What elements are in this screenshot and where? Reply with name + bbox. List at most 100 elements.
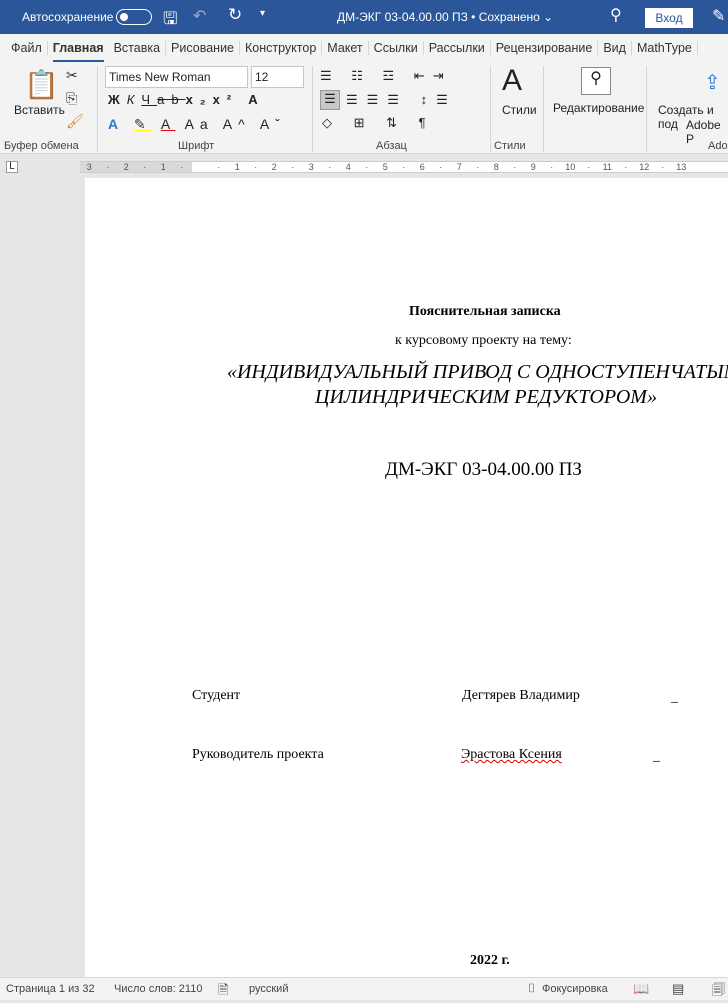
divider [312, 66, 313, 152]
doc-code: ДМ-ЭКГ 03-04.00.00 ПЗ [385, 459, 582, 480]
status-bar: Страница 1 из 32 Число слов: 2110 🗎 русс… [0, 977, 728, 1000]
doc-topic-line1: «ИНДИВИДУАЛЬНЫЙ ПРИВОД С ОДНОСТУПЕНЧАТЫМ [227, 361, 728, 383]
doc-heading: Пояснительная записка [409, 304, 561, 319]
ruler-tick: · [587, 162, 591, 172]
ruler-tick: · [439, 162, 443, 172]
autosave-label: Автосохранение [22, 10, 114, 24]
ruler-tick: 12 [639, 162, 650, 172]
tab-design[interactable]: Конструктор [240, 41, 323, 55]
editing-button[interactable]: Редактирование [553, 101, 644, 115]
ruler-tick: · [143, 162, 147, 172]
ruler-tick: 4 [345, 162, 351, 172]
ruler-tick: · [291, 162, 295, 172]
pen-icon[interactable]: ✎ [712, 6, 725, 26]
ruler-tick: · [550, 162, 554, 172]
tab-mathtype[interactable]: MathType [632, 41, 698, 55]
ruler-tick: · [624, 162, 628, 172]
print-layout-icon[interactable]: ▤ [672, 981, 684, 997]
shading-sort-buttons[interactable]: ◇ ⊞ ⇅ ¶ [322, 115, 435, 131]
supervisor-label: Руководитель проекта [192, 747, 324, 762]
format-painter-icon[interactable]: 🖌 [66, 113, 84, 130]
focus-icon[interactable]: ⌷ [528, 981, 535, 996]
doc-topic-line2: ЦИЛИНДРИЧЕСКИМ РЕДУКТОРОМ» [315, 386, 657, 408]
ruler-tick: 1 [160, 162, 166, 172]
find-icon[interactable]: ⚲ [581, 67, 611, 95]
ruler-tick: · [476, 162, 480, 172]
font-color-buttons[interactable]: A ✎ A Aa A^ Aˇ [108, 116, 286, 133]
autosave-toggle[interactable] [116, 9, 152, 25]
ruler-tick: · [106, 162, 110, 172]
tab-file[interactable]: Файл [6, 41, 48, 55]
login-button[interactable]: Вход [645, 8, 693, 28]
ruler-tick: · [513, 162, 517, 172]
ruler-tick: · [180, 162, 184, 172]
ribbon-tabs: Файл Главная Вставка Рисование Конструкт… [0, 34, 728, 62]
ruler-tick: 7 [456, 162, 462, 172]
save-icon[interactable]: 🖫 [163, 6, 177, 35]
group-adobe: Ado [708, 140, 728, 152]
ruler-tick: 1 [234, 162, 240, 172]
ruler-tick: · [328, 162, 332, 172]
adobe-pdf-icon[interactable]: ⇪ [704, 70, 721, 95]
paste-button[interactable]: Вставить [14, 103, 65, 117]
undo-icon[interactable]: ↶ [193, 6, 206, 26]
ruler-tick: 6 [419, 162, 425, 172]
word-count[interactable]: Число слов: 2110 [114, 983, 202, 995]
doc-year: 2022 г. [470, 953, 510, 968]
font-format-buttons[interactable]: ЖКЧabx₂x² A [108, 92, 265, 107]
page-count[interactable]: Страница 1 из 32 [6, 983, 95, 995]
student-name: Дегтярев Владимир [462, 688, 580, 703]
student-signature-blank: _ [671, 690, 678, 705]
ruler-tick: 2 [271, 162, 277, 172]
tab-stop-icon[interactable]: L [6, 161, 18, 173]
language[interactable]: русский [249, 983, 288, 995]
tab-layout[interactable]: Макет [322, 41, 369, 55]
tab-home[interactable]: Главная [48, 41, 109, 62]
ribbon: 📋 Вставить ✂ ⎘ 🖌 Буфер обмена Times New … [0, 62, 728, 154]
ruler-tick: · [365, 162, 369, 172]
copy-icon[interactable]: ⎘ [66, 90, 77, 107]
redo-icon[interactable]: ↻ [228, 5, 242, 25]
search-icon[interactable]: ⚲ [610, 5, 622, 25]
cut-icon[interactable]: ✂ [66, 67, 78, 84]
paste-icon[interactable]: 📋 [24, 68, 59, 101]
tab-view[interactable]: Вид [598, 41, 632, 55]
doc-subheading: к курсовому проекту на тему: [395, 333, 572, 348]
focus-button[interactable]: Фокусировка [542, 983, 608, 995]
ruler-tick: · [217, 162, 221, 172]
tab-draw[interactable]: Рисование [166, 41, 240, 55]
ruler-tick: 9 [530, 162, 536, 172]
divider [543, 66, 544, 152]
list-buttons[interactable]: ☰ ☷ ☲ ⇤⇥ [320, 68, 452, 84]
tab-review[interactable]: Рецензирование [491, 41, 599, 55]
read-mode-icon[interactable]: 📖 [633, 981, 649, 997]
tab-insert[interactable]: Вставка [109, 41, 167, 55]
ruler-tick: · [254, 162, 258, 172]
group-styles: Стили [494, 140, 526, 152]
supervisor-name: Эрастова Ксения [461, 747, 562, 762]
align-left-button[interactable]: ☰ [320, 90, 340, 110]
font-size-select[interactable]: 12 [251, 66, 304, 88]
ruler-tick: 10 [565, 162, 576, 172]
ruler[interactable]: L 3 · 2 · 1 · · 1 · 2 · 3 · 4 · 5 · 6 · 7 · 8 · 9 · 10 · 11 · 12 · 13 [0, 158, 728, 176]
ruler-tick: · [402, 162, 406, 172]
customize-icon[interactable]: ▾ [260, 8, 265, 19]
ruler-tick: 5 [382, 162, 388, 172]
ruler-tick: · [661, 162, 665, 172]
group-font: Шрифт [178, 140, 215, 152]
styles-icon[interactable]: A [502, 64, 522, 98]
ruler-bar[interactable]: 3 · 2 · 1 · · 1 · 2 · 3 · 4 · 5 · 6 · 7 · 8 · 9 · 10 · 11 · 12 · 13 [80, 161, 728, 173]
divider [490, 66, 491, 152]
student-label: Студент [192, 688, 241, 703]
tab-references[interactable]: Ссылки [369, 41, 424, 55]
divider [97, 66, 98, 152]
tab-mailings[interactable]: Рассылки [424, 41, 491, 55]
document-page[interactable]: Пояснительная записка к курсовому проект… [85, 178, 728, 978]
ruler-tick: 13 [676, 162, 687, 172]
styles-button[interactable]: Стили [502, 103, 537, 117]
group-paragraph: Абзац [376, 140, 407, 152]
align-buttons[interactable]: ☰☰☰ ↕☰ [346, 92, 457, 108]
font-name-select[interactable]: Times New Roman [105, 66, 248, 88]
document-title[interactable]: ДМ-ЭКГ 03-04.00.00 ПЗ • Сохранено ⌄ [337, 10, 553, 24]
group-clipboard: Буфер обмена [4, 140, 79, 152]
